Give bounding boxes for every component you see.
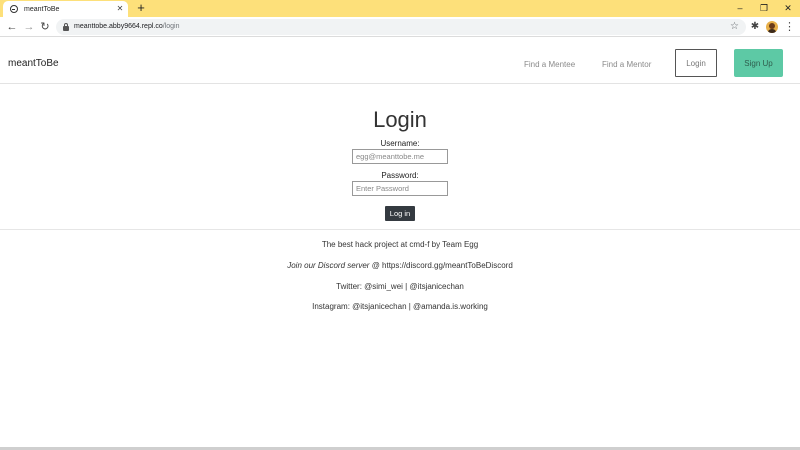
maximize-button[interactable]: ❐	[752, 0, 776, 17]
url-text: meanttobe.abby9664.repl.co/login	[74, 23, 180, 30]
site-navbar: meantToBe Find a Mentee Find a Mentor Lo…	[0, 38, 800, 84]
minimize-button[interactable]: –	[728, 0, 752, 17]
footer-twitter: Twitter: @simi_wei | @itsjanicechan	[336, 282, 464, 291]
avatar[interactable]	[766, 21, 778, 33]
address-bar[interactable]: meanttobe.abby9664.repl.co/login ☆	[56, 19, 746, 35]
new-tab-button[interactable]: +	[134, 1, 148, 15]
submit-button[interactable]: Log in	[385, 206, 415, 221]
footer-discord: Join our Discord server @ https://discor…	[0, 261, 800, 270]
tab-title: meantToBe	[24, 5, 60, 13]
password-label: Password:	[381, 171, 419, 180]
menu-icon[interactable]: ⋮	[784, 19, 795, 35]
footer-instagram: Instagram: @itsjanicechan | @amanda.is.w…	[312, 302, 488, 311]
discord-label: Join our Discord server	[287, 261, 370, 270]
close-icon[interactable]: ✕	[115, 5, 125, 13]
discord-link[interactable]: @ https://discord.gg/meantToBeDiscord	[369, 261, 513, 270]
login-button[interactable]: Login	[675, 49, 717, 77]
extensions-icon[interactable]: ✱	[749, 19, 761, 35]
username-label: Username:	[380, 139, 420, 148]
forward-icon[interactable]: →	[22, 19, 36, 35]
window-close-button[interactable]: ✕	[776, 0, 800, 17]
tab-bar: meantToBe ✕ + – ❐ ✕	[0, 0, 800, 17]
page-title: Login	[373, 107, 427, 132]
reload-icon[interactable]: ↻	[38, 19, 52, 35]
divider	[0, 229, 800, 230]
nav-find-mentor[interactable]: Find a Mentor	[602, 60, 651, 69]
lock-icon	[63, 23, 69, 31]
nav-find-mentee[interactable]: Find a Mentee	[524, 60, 575, 69]
brand-logo[interactable]: meantToBe	[8, 58, 59, 69]
globe-icon	[10, 5, 18, 13]
browser-tab[interactable]: meantToBe ✕	[3, 1, 128, 17]
username-field[interactable]	[352, 149, 448, 164]
back-icon[interactable]: ←	[5, 19, 19, 35]
star-icon[interactable]: ☆	[730, 19, 739, 35]
password-field[interactable]	[352, 181, 448, 196]
footer-tagline: The best hack project at cmd-f by Team E…	[321, 240, 479, 249]
signup-button[interactable]: Sign Up	[734, 49, 783, 77]
browser-toolbar: ← → ↻ meanttobe.abby9664.repl.co/login ☆	[0, 17, 800, 37]
